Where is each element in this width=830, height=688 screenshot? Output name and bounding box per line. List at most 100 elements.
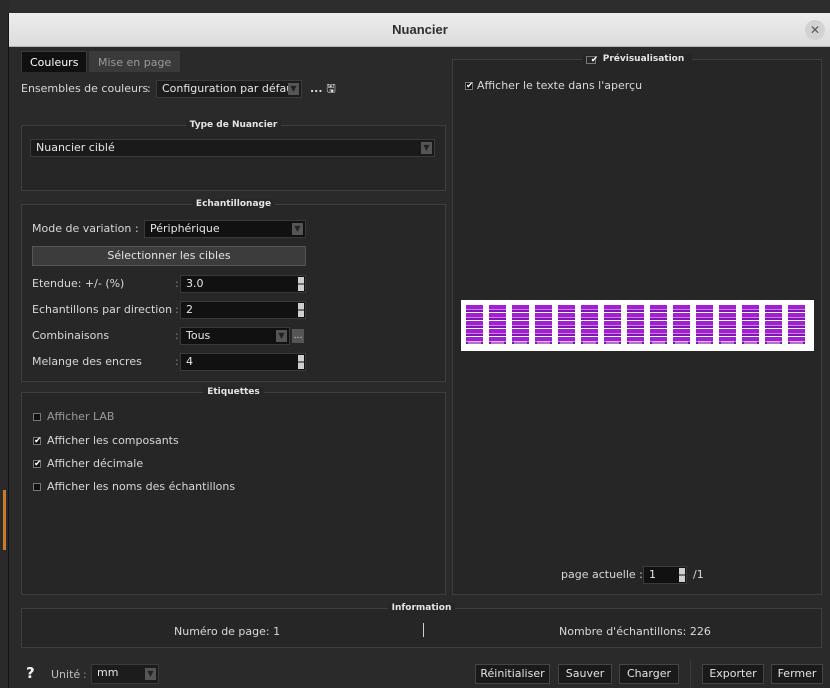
total-pages: /1: [693, 568, 704, 581]
show-lab-label: Afficher LAB: [47, 410, 115, 423]
swatch-preview-strip: [461, 300, 814, 351]
variation-mode-combo[interactable]: Périphérique ▼: [144, 220, 306, 238]
spin-arrows-icon[interactable]: [679, 568, 685, 582]
show-text-preview-checkbox[interactable]: ✔: [465, 82, 474, 91]
unit-label: Unité: [51, 668, 81, 681]
combinations-more-button[interactable]: …: [292, 329, 304, 343]
preview-toggle-checkbox[interactable]: ✔: [585, 56, 598, 65]
ink-mix-spinbox[interactable]: 4: [180, 353, 306, 371]
swatch-sample: [765, 305, 782, 345]
information-title: Information: [387, 603, 456, 613]
swatch-sample: [673, 305, 690, 345]
samples-per-direction-spinbox[interactable]: 2: [180, 301, 306, 319]
chart-type-panel: Type de Nuancier Nuancier ciblé ▼: [21, 120, 446, 191]
swatch-sample: [535, 305, 552, 345]
swatch-sample: [581, 305, 598, 345]
labels-panel: Etiquettes Afficher LAB ✔ Afficher les c…: [21, 387, 446, 595]
labels-title: Etiquettes: [203, 387, 264, 397]
chart-type-title: Type de Nuancier: [185, 120, 282, 130]
color-sets-label: Ensembles de couleurs: [21, 82, 149, 95]
desktop-accent: [3, 490, 6, 550]
range-spinbox[interactable]: 3.0: [180, 275, 306, 293]
unit-separator: :: [83, 668, 87, 681]
spin-arrows-icon[interactable]: [298, 303, 304, 317]
color-sets-value: Configuration par défaut: [162, 82, 298, 95]
show-text-preview-label: Afficher le texte dans l'aperçu: [477, 79, 643, 92]
swatch-sample: [512, 305, 529, 345]
samples-per-direction-label: Echantillons par direction: [32, 303, 173, 316]
swatch-book-dialog: Nuancier ✕ Couleurs Mise en page Ensembl…: [8, 13, 830, 688]
dialog-content: Couleurs Mise en page Ensembles de coule…: [9, 47, 830, 688]
combinations-label: Combinaisons: [32, 329, 110, 342]
samples-per-direction-value: 2: [186, 303, 193, 316]
show-components-checkbox[interactable]: ✔: [33, 437, 42, 446]
range-separator: :: [175, 277, 179, 290]
information-panel: Information Numéro de page: 1 Nombre d'é…: [21, 603, 822, 648]
chevron-down-icon: ▼: [292, 223, 303, 235]
footer-divider: [690, 661, 691, 687]
sampling-title: Echantillonage: [191, 199, 276, 209]
combinations-separator: :: [175, 329, 179, 342]
swatch-sample: [558, 305, 575, 345]
swatch-sample: [489, 305, 506, 345]
show-decimal-label: Afficher décimale: [47, 457, 144, 470]
info-separator: [423, 623, 424, 637]
show-lab-checkbox[interactable]: [33, 413, 41, 421]
color-sets-browse-button[interactable]: ...: [310, 82, 323, 95]
help-icon[interactable]: ?: [26, 664, 35, 682]
spin-arrows-icon[interactable]: [298, 355, 304, 369]
show-decimal-checkbox[interactable]: ✔: [33, 460, 42, 469]
unit-value: mm: [97, 666, 119, 679]
current-page-value: 1: [649, 568, 656, 581]
variation-mode-value: Périphérique: [150, 222, 220, 235]
close-icon[interactable]: ✕: [805, 20, 825, 40]
swatch-sample: [604, 305, 621, 345]
show-sample-names-label: Afficher les noms des échantillons: [47, 480, 236, 493]
preview-title: Prévisualisation: [598, 54, 689, 64]
ink-mix-separator: :: [175, 355, 179, 368]
chart-type-value: Nuancier ciblé: [36, 141, 115, 154]
chevron-down-icon: ▼: [145, 668, 156, 680]
sample-count-info: Nombre d'échantillons: 226: [559, 625, 711, 638]
spin-arrows-icon[interactable]: [298, 277, 304, 291]
chevron-down-icon: ▼: [421, 142, 432, 154]
swatch-sample: [650, 305, 667, 345]
swatch-sample: [719, 305, 736, 345]
swatch-sample: [627, 305, 644, 345]
chart-type-combo[interactable]: Nuancier ciblé ▼: [30, 139, 435, 157]
color-sets-separator: :: [147, 82, 151, 95]
export-button[interactable]: Exporter: [702, 664, 764, 684]
close-button[interactable]: Fermer: [771, 664, 823, 684]
chevron-down-icon: ▼: [276, 330, 287, 342]
samples-per-direction-separator: :: [175, 303, 179, 316]
floppy-icon[interactable]: 🖫: [325, 82, 337, 96]
show-sample-names-checkbox[interactable]: [33, 483, 41, 491]
sampling-panel: Echantillonage Mode de variation : Périp…: [21, 199, 446, 382]
save-button[interactable]: Sauver: [558, 664, 612, 684]
range-value: 3.0: [186, 277, 204, 290]
swatch-sample: [696, 305, 713, 345]
tab-mise-en-page[interactable]: Mise en page: [89, 51, 181, 72]
chevron-down-icon: ▼: [288, 83, 299, 95]
range-label: Etendue: +/- (%): [32, 277, 125, 290]
swatch-sample: [788, 305, 805, 345]
ink-mix-label: Melange des encres: [32, 355, 142, 368]
window-title: Nuancier: [392, 22, 448, 37]
title-bar[interactable]: Nuancier ✕: [9, 13, 830, 47]
variation-mode-separator: :: [135, 222, 139, 235]
select-targets-button[interactable]: Sélectionner les cibles: [32, 246, 306, 266]
tab-couleurs[interactable]: Couleurs: [21, 51, 88, 72]
unit-combo[interactable]: mm ▼: [91, 664, 159, 684]
combinations-value: Tous: [186, 329, 211, 342]
desktop-background-top: [0, 0, 830, 14]
color-sets-combo[interactable]: Configuration par défaut ▼: [156, 80, 302, 98]
current-page-label: page actuelle :: [561, 568, 643, 581]
variation-mode-label: Mode de variation: [32, 222, 132, 235]
swatch-sample: [742, 305, 759, 345]
ink-mix-value: 4: [186, 355, 193, 368]
reset-button[interactable]: Réinitialiser: [475, 664, 550, 684]
show-components-label: Afficher les composants: [47, 434, 179, 447]
combinations-combo[interactable]: Tous ▼: [180, 327, 290, 345]
load-button[interactable]: Charger: [619, 664, 679, 684]
current-page-spinbox[interactable]: 1: [643, 566, 687, 584]
